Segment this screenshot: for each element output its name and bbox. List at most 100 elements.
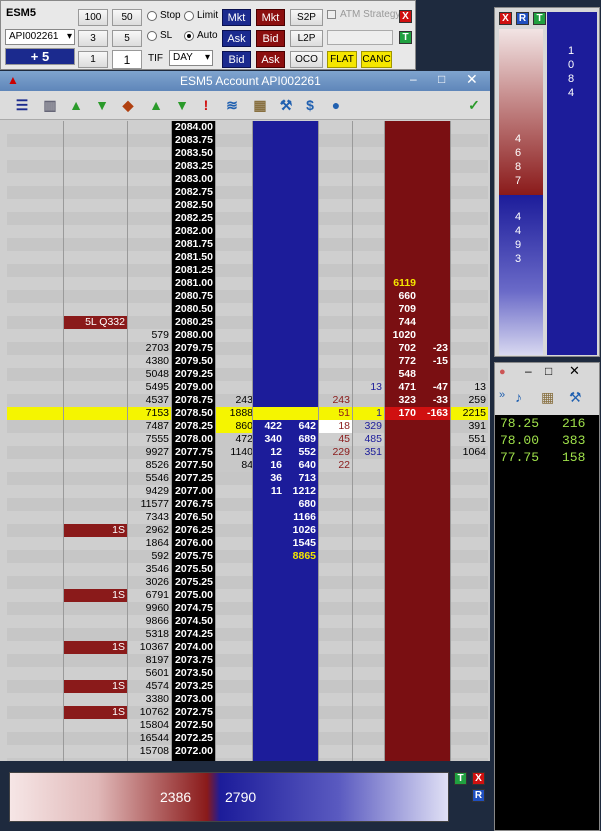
ladder-row[interactable]: 4380 2079.50 772 -15 xyxy=(7,355,488,368)
ladder-row[interactable]: 2080.50 709 xyxy=(7,303,488,316)
ladder-cell-ask1[interactable]: 170 xyxy=(384,407,418,420)
ladder-cell-price[interactable]: 2082.50 xyxy=(171,199,215,212)
ladder-cell-bid1[interactable] xyxy=(252,667,284,680)
ladder-cell-ask1[interactable] xyxy=(384,199,418,212)
ladder-cell-ask1[interactable]: 6119 xyxy=(384,277,418,290)
ladder-row[interactable]: 592 2075.75 8865 xyxy=(7,550,488,563)
ladder-cell-ask1[interactable] xyxy=(384,238,418,251)
ladder-cell-bid1[interactable] xyxy=(252,576,284,589)
ladder-cell-ask1[interactable] xyxy=(384,121,418,134)
ladder-cell-bid1[interactable]: 340 xyxy=(252,433,284,446)
ladder-cell-ask1[interactable] xyxy=(384,134,418,147)
qty-50-button[interactable]: 50 xyxy=(112,9,142,26)
ladder-cell-bid1[interactable] xyxy=(252,199,284,212)
ladder-cell-price[interactable]: 2074.00 xyxy=(171,641,215,654)
ladder-cell-price[interactable]: 2077.50 xyxy=(171,459,215,472)
ladder-cell-ask1[interactable] xyxy=(384,173,418,186)
ladder-cell-bid1[interactable] xyxy=(252,719,284,732)
ladder-cell-bid1[interactable] xyxy=(252,303,284,316)
ladder-cell-price[interactable]: 2081.00 xyxy=(171,277,215,290)
ladder-cell-bid1[interactable] xyxy=(252,238,284,251)
ladder-cell-price[interactable]: 2081.50 xyxy=(171,251,215,264)
ladder-cell-bid1[interactable] xyxy=(252,329,284,342)
down-arrow-icon[interactable]: ▼ xyxy=(92,95,112,115)
ladder-cell-price[interactable]: 2073.00 xyxy=(171,693,215,706)
balance-close-icon[interactable]: X xyxy=(499,12,512,25)
ladder-row[interactable]: 2083.25 xyxy=(7,160,488,173)
qty-1-button[interactable]: 1 xyxy=(78,51,108,68)
ladder-cell-bid1[interactable] xyxy=(252,186,284,199)
ladder-cell-price[interactable]: 2083.75 xyxy=(171,134,215,147)
ladder-cell-price[interactable]: 2075.25 xyxy=(171,576,215,589)
ladder-cell-ask1[interactable] xyxy=(384,433,418,446)
ladder-cell-ask1[interactable] xyxy=(384,225,418,238)
ladder-cell-price[interactable]: 2073.25 xyxy=(171,680,215,693)
ladder-cell-ask1[interactable] xyxy=(384,511,418,524)
ladder-cell-price[interactable]: 2072.75 xyxy=(171,706,215,719)
ladder-cell-ask1[interactable] xyxy=(384,160,418,173)
ladder-cell-bid1[interactable] xyxy=(252,537,284,550)
ladder-cell-bid1[interactable] xyxy=(252,342,284,355)
ladder-cell-price[interactable]: 2076.25 xyxy=(171,524,215,537)
ladder-cell-bid1[interactable] xyxy=(252,498,284,511)
ladder-cell-ask1[interactable] xyxy=(384,576,418,589)
tns-minimize-icon[interactable]: – xyxy=(525,364,532,378)
up-arrow-icon[interactable]: ▲ xyxy=(66,95,86,115)
ladder-cell-ask1[interactable] xyxy=(384,654,418,667)
ladder-row[interactable]: 15708 2072.00 xyxy=(7,745,488,758)
stop-radio[interactable] xyxy=(147,11,157,21)
ladder-cell-price[interactable]: 2081.25 xyxy=(171,264,215,277)
ladder-row[interactable]: 579 2080.00 1020 xyxy=(7,329,488,342)
ladder-cell-bid1[interactable] xyxy=(252,212,284,225)
ladder-row[interactable]: 4537 2078.75 243 243 323 -33 259 xyxy=(7,394,488,407)
close-icon[interactable]: X xyxy=(399,10,412,23)
sell-market-button[interactable]: Mkt xyxy=(256,9,285,26)
ladder-cell-bid1[interactable] xyxy=(252,173,284,186)
ladder-row[interactable]: 1S 2962 2076.25 1026 xyxy=(7,524,488,537)
ladder-cell-bid1[interactable] xyxy=(252,524,284,537)
ladder-cell-bid1[interactable] xyxy=(252,368,284,381)
ladder-row[interactable]: 1S 4574 2073.25 xyxy=(7,680,488,693)
ladder-cell-ask1[interactable] xyxy=(384,628,418,641)
ladder-cell-bid1[interactable] xyxy=(252,628,284,641)
ladder-row[interactable]: 2082.25 xyxy=(7,212,488,225)
ladder-cell-ask1[interactable] xyxy=(384,485,418,498)
up-arrow-2-icon[interactable]: ▲ xyxy=(146,95,166,115)
ladder-cell-ask1[interactable] xyxy=(384,186,418,199)
ladder-row[interactable]: 2082.00 xyxy=(7,225,488,238)
tns-maximize-icon[interactable]: □ xyxy=(545,364,552,378)
ladder-cell-price[interactable]: 2076.50 xyxy=(171,511,215,524)
ladder-cell-bid1[interactable] xyxy=(252,641,284,654)
ladder-cell-ask1[interactable]: 772 xyxy=(384,355,418,368)
chart-icon[interactable]: ≋ xyxy=(222,95,242,115)
ladder-row[interactable]: 16544 2072.25 xyxy=(7,732,488,745)
ladder-cell-ask1[interactable] xyxy=(384,706,418,719)
ladder-cell-ask1[interactable] xyxy=(384,446,418,459)
tns-more-icon[interactable]: » xyxy=(499,389,505,401)
ladder-row[interactable]: 15804 2072.50 xyxy=(7,719,488,732)
atm-checkbox[interactable] xyxy=(327,10,336,19)
ladder-row[interactable]: 2083.50 xyxy=(7,147,488,160)
ladder-row[interactable]: 2081.00 6119 xyxy=(7,277,488,290)
wrench-icon[interactable]: ⚒ xyxy=(276,95,296,115)
ladder-cell-price[interactable]: 2075.75 xyxy=(171,550,215,563)
ladder-cell-ask1[interactable]: 471 xyxy=(384,381,418,394)
ladder-cell-ask1[interactable] xyxy=(384,524,418,537)
ladder-cell-price[interactable]: 2080.00 xyxy=(171,329,215,342)
ladder-cell-price[interactable]: 2082.25 xyxy=(171,212,215,225)
ladder-cell-price[interactable]: 2079.00 xyxy=(171,381,215,394)
balance-t-button[interactable]: T xyxy=(533,12,546,25)
ladder-cell-price[interactable]: 2078.50 xyxy=(171,407,215,420)
bottom-close-icon[interactable]: X xyxy=(472,772,485,785)
ladder-cell-price[interactable]: 2079.75 xyxy=(171,342,215,355)
ladder-cell-ask1[interactable] xyxy=(384,667,418,680)
ladder-row[interactable]: 1864 2076.00 1545 xyxy=(7,537,488,550)
ladder-cell-bid1[interactable]: 422 xyxy=(252,420,284,433)
minimize-icon[interactable]: – xyxy=(410,72,417,86)
ladder-cell-bid1[interactable] xyxy=(252,251,284,264)
ladder-row[interactable]: 1S 10762 2072.75 xyxy=(7,706,488,719)
ladder-row[interactable]: 9927 2077.75 1140 12 552 229 351 1064 xyxy=(7,446,488,459)
ladder-row[interactable]: 7343 2076.50 1166 xyxy=(7,511,488,524)
ladder-cell-price[interactable]: 2078.00 xyxy=(171,433,215,446)
account-select[interactable]: API002261 xyxy=(5,29,75,45)
